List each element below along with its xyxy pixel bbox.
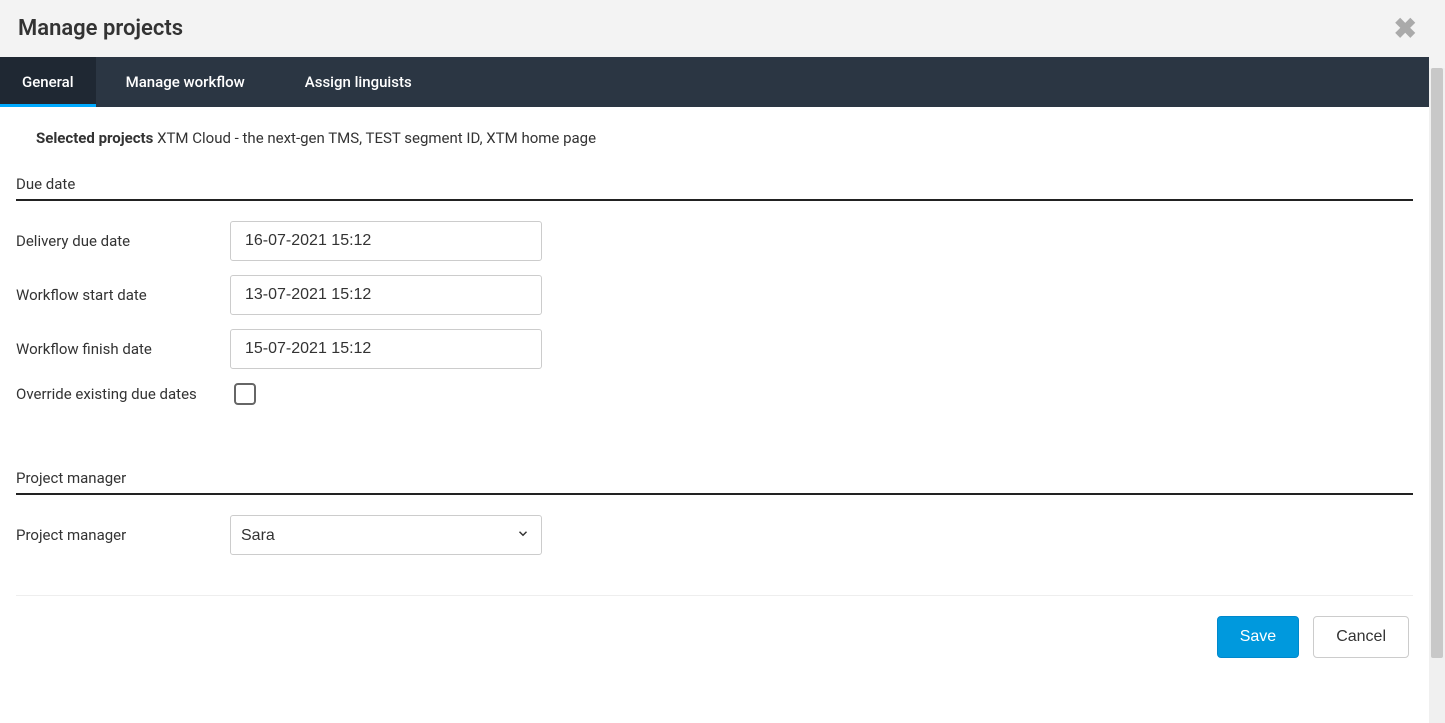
close-icon[interactable]: ✖ [1384,12,1427,45]
vertical-scrollbar[interactable] [1429,68,1445,723]
section-due-date-header: Due date [16,175,1413,201]
row-workflow-start-date: Workflow start date [16,275,1413,315]
row-override-due-dates: Override existing due dates [16,383,1413,405]
row-workflow-finish-date: Workflow finish date [16,329,1413,369]
selected-projects-value: XTM Cloud - the next-gen TMS, TEST segme… [157,129,596,147]
tab-assign-linguists[interactable]: Assign linguists [275,57,442,107]
modal-content: Selected projects XTM Cloud - the next-g… [0,107,1429,723]
label-delivery-due-date: Delivery due date [16,232,230,250]
modal-title: Manage projects [18,16,183,41]
input-delivery-due-date[interactable] [230,221,542,261]
input-workflow-start-date[interactable] [230,275,542,315]
label-workflow-start-date: Workflow start date [16,286,230,304]
tab-manage-workflow[interactable]: Manage workflow [96,57,275,107]
label-project-manager: Project manager [16,526,230,544]
tab-label: Assign linguists [305,73,412,91]
selected-projects-row: Selected projects XTM Cloud - the next-g… [16,125,1413,175]
input-workflow-finish-date[interactable] [230,329,542,369]
cancel-button[interactable]: Cancel [1313,616,1409,658]
tab-label: General [22,73,74,91]
tab-general[interactable]: General [0,57,96,107]
modal-header: Manage projects ✖ [0,0,1445,57]
selected-projects-label: Selected projects [36,129,153,147]
scrollbar-thumb[interactable] [1431,68,1443,658]
manage-projects-modal: Manage projects ✖ General Manage workflo… [0,0,1445,723]
checkbox-override-due-dates[interactable] [234,383,256,405]
tab-bar: General Manage workflow Assign linguists [0,57,1429,107]
row-delivery-due-date: Delivery due date [16,221,1413,261]
tab-label: Manage workflow [126,73,245,91]
label-override-due-dates: Override existing due dates [16,385,230,403]
section-project-manager-header: Project manager [16,469,1413,495]
select-project-manager[interactable]: Sara [230,515,542,555]
row-project-manager: Project manager Sara [16,515,1413,555]
label-workflow-finish-date: Workflow finish date [16,340,230,358]
modal-footer: Save Cancel [16,595,1413,678]
save-button[interactable]: Save [1217,616,1299,658]
